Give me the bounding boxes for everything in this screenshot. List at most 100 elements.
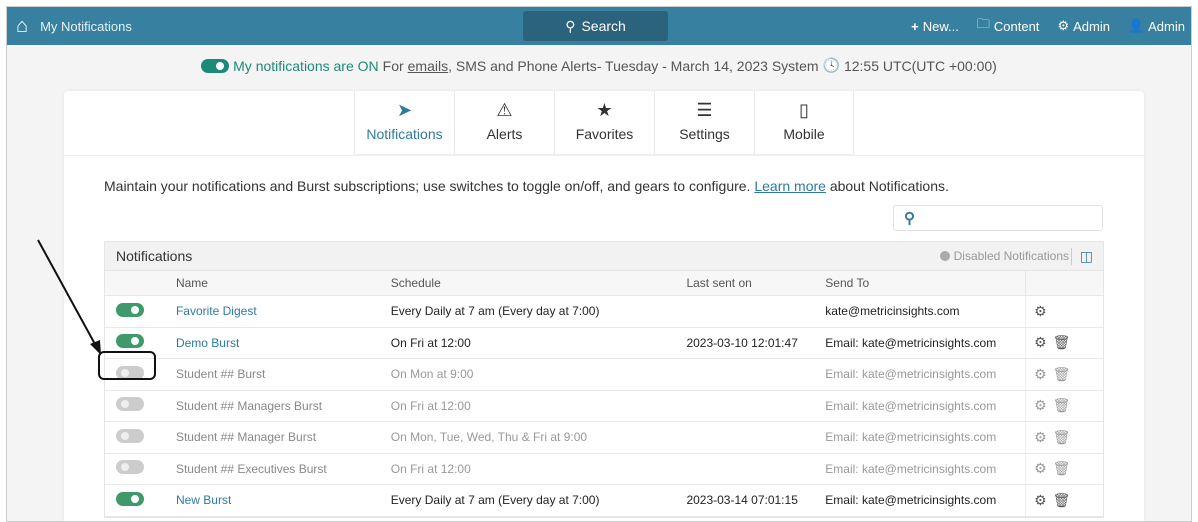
- notifications-table: Notifications Disabled Notifications ◫ N…: [104, 241, 1104, 518]
- tab-favorites[interactable]: ★ Favorites: [554, 91, 654, 154]
- column-headers: Name Schedule Last sent on Send To: [105, 271, 1103, 296]
- user-menu-button[interactable]: 👤 Admin: [1128, 18, 1185, 34]
- search-button[interactable]: ⚲ Search: [523, 11, 668, 41]
- tab-label: Settings: [679, 126, 730, 142]
- table-row: Favorite Digest Every Daily at 7 am (Eve…: [105, 296, 1103, 328]
- row-toggle[interactable]: [116, 428, 144, 443]
- schedule: Every Daily at 7 am (Every day at 7:00): [390, 493, 600, 508]
- table-header-bar: Notifications Disabled Notifications ◫: [105, 242, 1103, 271]
- last-sent: 2023-03-14 07:01:15: [686, 493, 798, 508]
- main-card: ➤ Notifications ⚠ Alerts ★ Favorites ☰ Setti…: [64, 91, 1144, 521]
- gear-icon[interactable]: ⚙: [1034, 492, 1047, 509]
- status-text: , SMS and Phone Alerts- Tuesday - March …: [448, 57, 819, 74]
- intro-tail: about Notifications.: [829, 178, 949, 194]
- new-label: New...: [922, 18, 959, 34]
- gear-icon[interactable]: ⚙: [1034, 303, 1047, 320]
- tab-label: Notifications: [366, 126, 443, 142]
- tab-mobile[interactable]: ▯ Mobile: [754, 91, 854, 154]
- learn-more-link[interactable]: Learn more: [754, 178, 826, 194]
- tab-label: Favorites: [575, 126, 634, 142]
- filter-search-input[interactable]: ⚲: [893, 205, 1103, 231]
- table-row: New Burst Every Daily at 7 am (Every day…: [105, 485, 1103, 517]
- new-button[interactable]: + New...: [911, 19, 959, 34]
- trash-icon[interactable]: 🗑: [1053, 460, 1071, 477]
- search-icon: ⚲: [565, 17, 576, 34]
- schedule: On Mon, Tue, Wed, Thu & Fri at 9:00: [390, 430, 588, 445]
- admin-settings-label: Admin: [1073, 18, 1110, 34]
- send-to: Email: kate@metricinsights.com: [825, 493, 997, 508]
- gear-icon[interactable]: ⚙: [1034, 460, 1047, 477]
- star-icon: ★: [596, 100, 613, 120]
- trash-icon[interactable]: 🗑: [1053, 492, 1071, 509]
- trash-icon[interactable]: 🗑: [1053, 397, 1071, 414]
- gear-icon[interactable]: ⚙: [1034, 334, 1047, 351]
- table-row: Student ## Manager Burst On Mon, Tue, We…: [105, 422, 1103, 454]
- status-time: 12:55 UTC(UTC +00:00): [843, 57, 997, 74]
- columns-icon[interactable]: ◫: [1070, 247, 1093, 265]
- trash-icon[interactable]: 🗑: [1053, 429, 1071, 446]
- content-button[interactable]: 🗀 Content: [977, 15, 1040, 37]
- send-to: kate@metricinsights.com: [825, 304, 960, 319]
- master-notifications-toggle[interactable]: [201, 58, 230, 73]
- user-icon: 👤: [1127, 18, 1145, 33]
- send-to: Email: kate@metricinsights.com: [825, 367, 997, 382]
- schedule: On Fri at 12:00: [390, 461, 471, 476]
- table-row: Student ## Burst On Mon at 9:00 Email: k…: [105, 359, 1103, 391]
- schedule: On Fri at 12:00: [390, 398, 471, 413]
- notification-name-link[interactable]: Student ## Manager Burst: [176, 430, 316, 444]
- schedule: Every Daily at 7 am (Every day at 7:00): [390, 304, 600, 319]
- plus-icon: +: [911, 18, 919, 34]
- status-for: For: [382, 57, 404, 74]
- emails-link[interactable]: emails: [408, 58, 448, 74]
- trash-icon[interactable]: 🗑: [1053, 334, 1071, 351]
- send-to: Email: kate@metricinsights.com: [825, 461, 997, 476]
- notification-name-link[interactable]: Student ## Managers Burst: [176, 399, 322, 413]
- tab-label: Alerts: [486, 126, 523, 142]
- warning-icon: ⚠: [496, 100, 513, 120]
- table-row: Student ## Managers Burst On Fri at 12:0…: [105, 390, 1103, 422]
- send-to: Email: kate@metricinsights.com: [825, 398, 997, 413]
- row-toggle[interactable]: [116, 491, 144, 506]
- notification-name-link[interactable]: Student ## Executives Burst: [176, 462, 327, 476]
- user-label: Admin: [1148, 18, 1185, 34]
- gear-icon: ⚙: [1057, 18, 1070, 33]
- gear-icon[interactable]: ⚙: [1034, 429, 1047, 446]
- admin-settings-button[interactable]: ⚙ Admin: [1057, 18, 1110, 34]
- divider: [64, 155, 1144, 156]
- tab-bar: ➤ Notifications ⚠ Alerts ★ Favorites ☰ Setti…: [354, 91, 854, 155]
- disabled-notifications-filter[interactable]: Disabled Notifications: [939, 249, 1069, 263]
- paper-plane-icon: ➤: [396, 100, 413, 120]
- gear-icon[interactable]: ⚙: [1034, 397, 1047, 414]
- sliders-icon: ☰: [696, 100, 713, 120]
- clock-icon: 🕓: [822, 57, 840, 73]
- table-row: Demo Burst On Fri at 12:00 2023-03-10 12…: [105, 327, 1103, 359]
- send-to: Email: kate@metricinsights.com: [825, 335, 997, 350]
- schedule: On Mon at 9:00: [390, 367, 474, 382]
- annotation-arrow: [37, 239, 101, 355]
- disabled-label: Disabled Notifications: [953, 249, 1069, 263]
- tab-label: Mobile: [783, 126, 825, 142]
- tab-notifications[interactable]: ➤ Notifications: [354, 91, 454, 154]
- dot-icon: [939, 251, 950, 261]
- trash-icon[interactable]: 🗑: [1053, 366, 1071, 383]
- send-to: Email: kate@metricinsights.com: [825, 430, 997, 445]
- table-row: Student ## Executives Burst On Fri at 12…: [105, 453, 1103, 485]
- col-schedule[interactable]: Schedule: [381, 276, 677, 290]
- search-icon: ⚲: [904, 210, 915, 227]
- gear-icon[interactable]: ⚙: [1034, 366, 1047, 383]
- tab-alerts[interactable]: ⚠ Alerts: [454, 91, 554, 154]
- schedule: On Fri at 12:00: [390, 335, 471, 350]
- folder-icon: 🗀: [976, 16, 990, 31]
- mobile-icon: ▯: [799, 100, 809, 120]
- content-label: Content: [993, 18, 1040, 34]
- intro-body: Maintain your notifications and Burst su…: [104, 178, 751, 194]
- col-last-sent[interactable]: Last sent on: [676, 276, 815, 290]
- col-send-to[interactable]: Send To: [815, 276, 1025, 290]
- status-on-text: My notifications are ON: [233, 57, 379, 74]
- tab-settings[interactable]: ☰ Settings: [654, 91, 754, 154]
- search-label: Search: [581, 18, 626, 34]
- notification-name-link[interactable]: New Burst: [176, 493, 231, 507]
- last-sent: 2023-03-10 12:01:47: [686, 335, 798, 350]
- intro-text: Maintain your notifications and Burst su…: [104, 178, 949, 194]
- row-toggle[interactable]: [116, 460, 144, 475]
